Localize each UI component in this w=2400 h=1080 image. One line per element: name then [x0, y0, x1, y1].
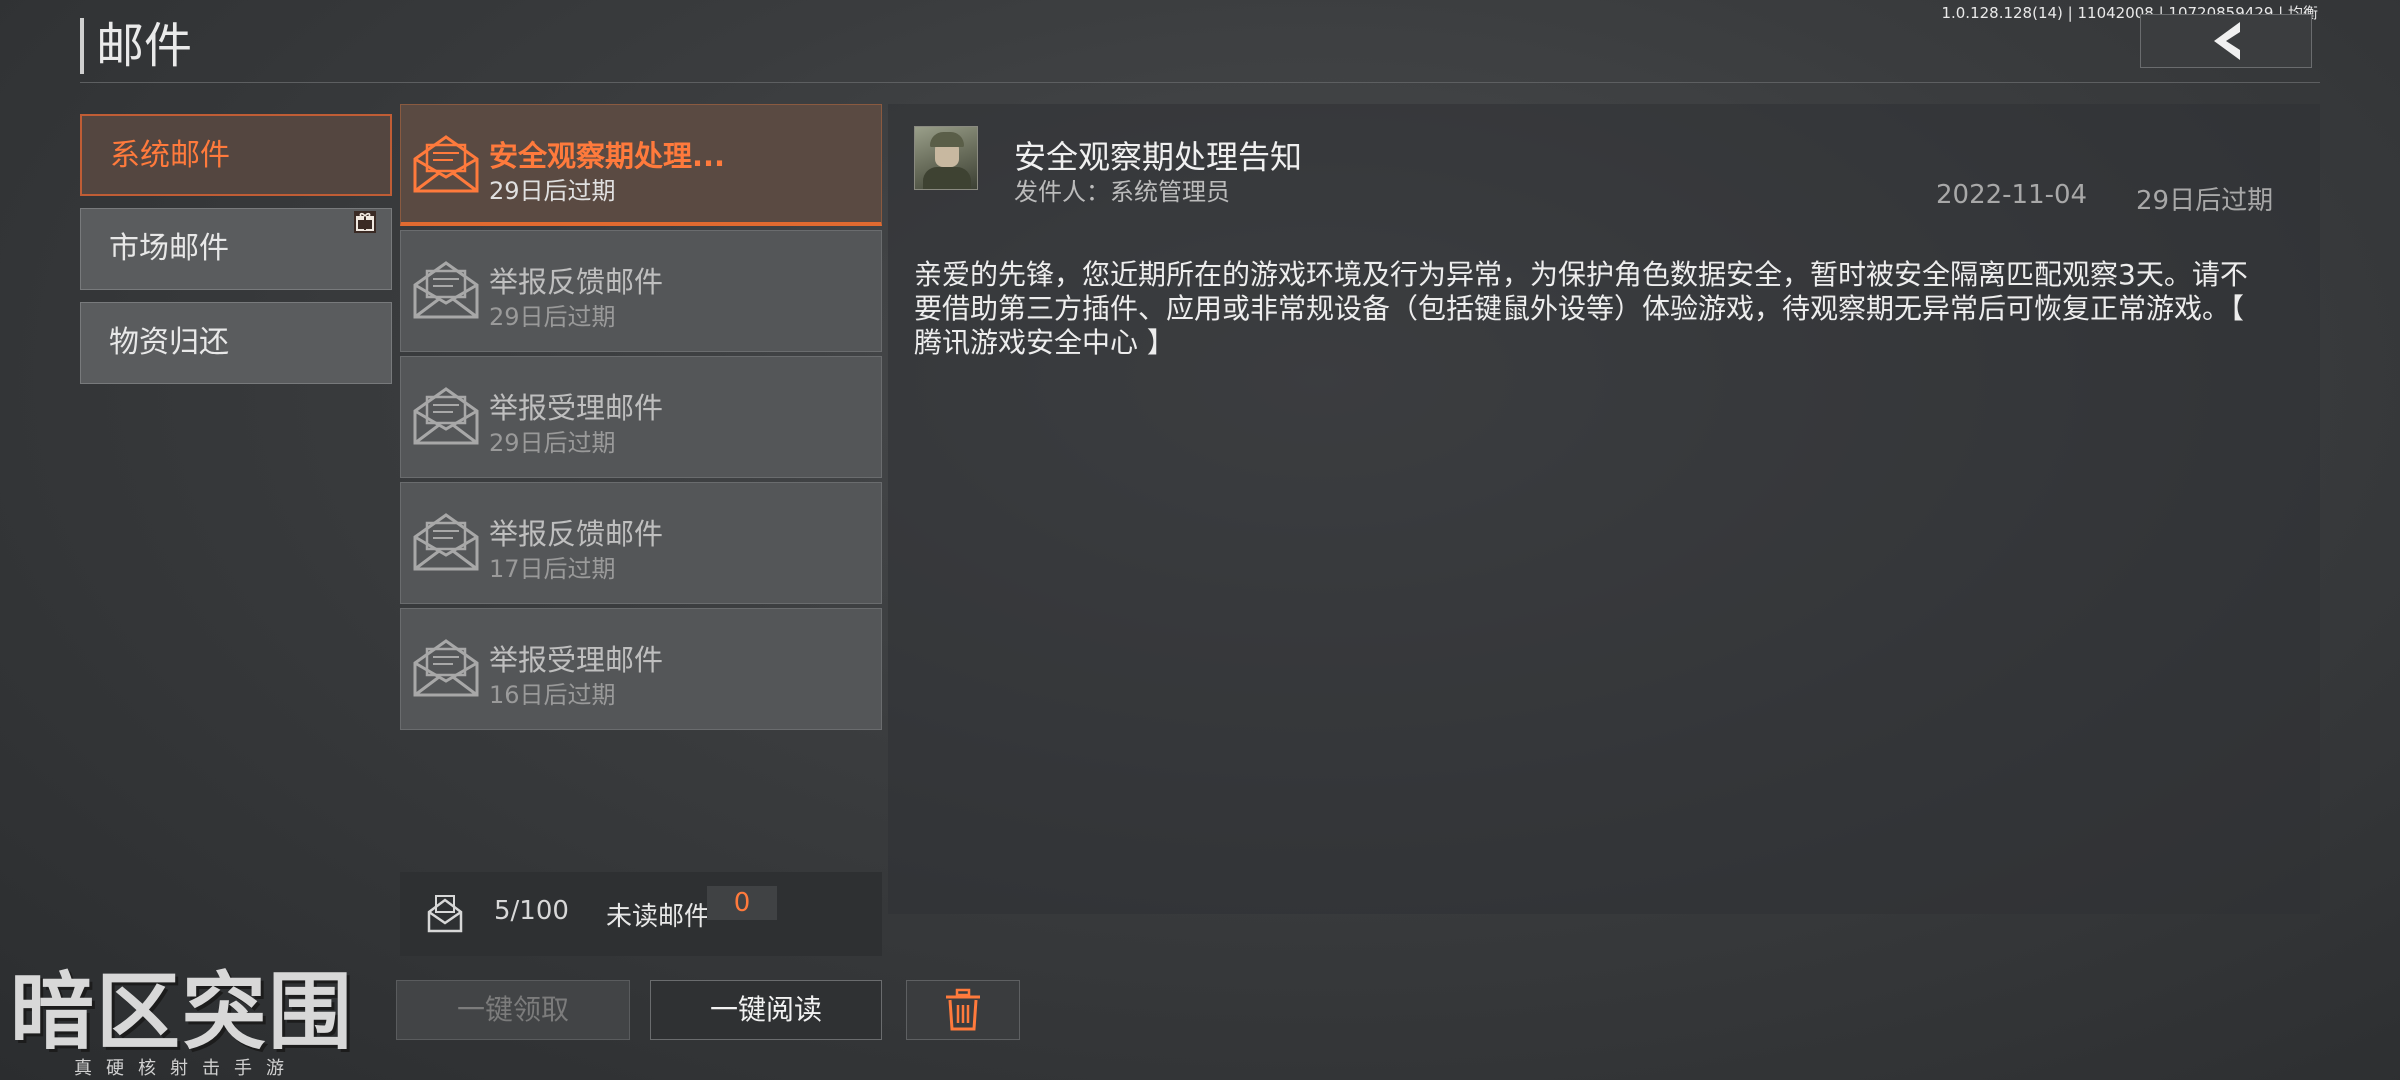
mail-item[interactable]: 举报反馈邮件 17日后过期	[400, 482, 882, 604]
mail-item[interactable]: 安全观察期处理... 29日后过期	[400, 104, 882, 226]
mail-item[interactable]: 举报受理邮件 29日后过期	[400, 356, 882, 478]
mail-subject: 举报反馈邮件	[489, 265, 664, 299]
mail-subject: 举报反馈邮件	[489, 517, 664, 551]
unread-label: 未读邮件	[606, 902, 711, 932]
claim-all-button[interactable]: 一键领取	[396, 980, 630, 1040]
tab-market-mail[interactable]: 市场邮件	[80, 208, 392, 290]
mail-subject: 举报受理邮件	[489, 391, 664, 425]
trash-icon	[946, 988, 980, 1031]
envelope-open-icon	[413, 261, 479, 319]
tab-label: 市场邮件	[109, 231, 229, 266]
tab-label: 物资归还	[109, 325, 229, 360]
tab-supply-return[interactable]: 物资归还	[80, 302, 392, 384]
detail-expire: 29日后过期	[2136, 186, 2274, 216]
mail-item[interactable]: 举报受理邮件 16日后过期	[400, 608, 882, 730]
tab-system-mail[interactable]: 系统邮件	[80, 114, 392, 196]
detail-date: 2022-11-04	[1936, 180, 2088, 210]
back-button[interactable]	[2140, 14, 2312, 68]
mail-expire: 16日后过期	[489, 681, 616, 709]
mail-count-bar: 5/100 未读邮件 0	[400, 872, 882, 956]
envelope-open-icon	[413, 387, 479, 445]
gift-icon	[354, 211, 376, 233]
title-divider	[80, 82, 2320, 83]
mail-subject: 举报受理邮件	[489, 643, 664, 677]
page-title: 邮件	[80, 18, 192, 74]
logo-tagline: 真硬核射击手游	[74, 1058, 298, 1079]
mailbox-icon	[427, 895, 463, 933]
mail-list: 安全观察期处理... 29日后过期 举报反馈邮件 29日后过期 举报受理邮件 2…	[400, 104, 882, 734]
unread-count: 0	[707, 886, 777, 920]
mail-count: 5/100	[494, 896, 569, 926]
back-arrow-icon	[2214, 22, 2240, 60]
detail-body: 亲爱的先锋，您近期所在的游戏环境及行为异常，为保护角色数据安全，暂时被安全隔离匹…	[914, 258, 2248, 359]
envelope-open-icon	[413, 513, 479, 571]
read-all-button[interactable]: 一键阅读	[650, 980, 882, 1040]
mail-expire: 29日后过期	[489, 303, 616, 331]
mail-expire: 17日后过期	[489, 555, 616, 583]
detail-sender: 发件人：系统管理员	[1014, 178, 1230, 206]
logo-mark: 暗区突围	[10, 963, 355, 1061]
mail-expire: 29日后过期	[489, 177, 616, 205]
delete-button[interactable]	[906, 980, 1020, 1040]
envelope-open-icon	[413, 135, 479, 193]
game-logo: 暗区突围 真硬核射击手游	[0, 964, 360, 1080]
tab-label: 系统邮件	[110, 138, 230, 173]
mail-detail-panel: 安全观察期处理告知 发件人：系统管理员 2022-11-04 29日后过期 亲爱…	[888, 104, 2320, 914]
sender-avatar	[914, 126, 978, 190]
mail-subject: 安全观察期处理...	[489, 139, 726, 173]
envelope-open-icon	[413, 639, 479, 697]
mail-expire: 29日后过期	[489, 429, 616, 457]
mail-item[interactable]: 举报反馈邮件 29日后过期	[400, 230, 882, 352]
